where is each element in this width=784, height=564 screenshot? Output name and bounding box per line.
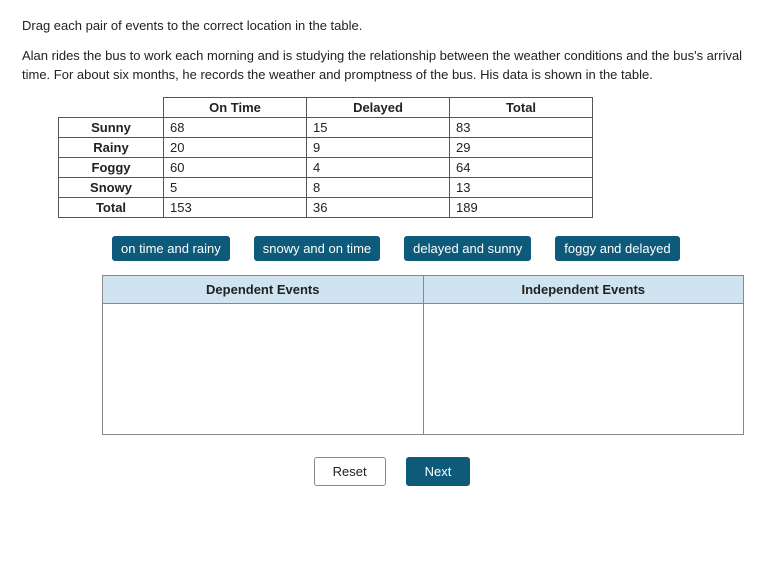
- col-header-delayed: Delayed: [307, 97, 450, 117]
- table-cell: 20: [164, 137, 307, 157]
- table-row: Rainy 20 9 29: [59, 137, 593, 157]
- action-row: Reset Next: [22, 457, 762, 486]
- chip-delayed-and-sunny[interactable]: delayed and sunny: [404, 236, 531, 261]
- data-table-wrap: On Time Delayed Total Sunny 68 15 83 Rai…: [58, 97, 762, 218]
- table-cell: 153: [164, 197, 307, 217]
- drop-table: Dependent Events Independent Events: [102, 275, 744, 435]
- table-cell: 13: [450, 177, 593, 197]
- drop-header-independent: Independent Events: [424, 276, 744, 304]
- table-cell: 189: [450, 197, 593, 217]
- table-cell: 64: [450, 157, 593, 177]
- row-label: Rainy: [59, 137, 164, 157]
- row-label: Total: [59, 197, 164, 217]
- drop-zone-independent[interactable]: [424, 304, 744, 434]
- table-cell: 68: [164, 117, 307, 137]
- table-row: Foggy 60 4 64: [59, 157, 593, 177]
- chip-row: on time and rainy snowy and on time dela…: [112, 236, 762, 261]
- table-cell: 5: [164, 177, 307, 197]
- drop-zone-dependent[interactable]: [103, 304, 424, 434]
- table-cell: 4: [307, 157, 450, 177]
- table-cell: 83: [450, 117, 593, 137]
- table-cell: 15: [307, 117, 450, 137]
- reset-button[interactable]: Reset: [314, 457, 386, 486]
- context-text: Alan rides the bus to work each morning …: [22, 47, 762, 85]
- table-row: Sunny 68 15 83: [59, 117, 593, 137]
- col-header-ontime: On Time: [164, 97, 307, 117]
- data-table: On Time Delayed Total Sunny 68 15 83 Rai…: [58, 97, 593, 218]
- chip-snowy-and-on-time[interactable]: snowy and on time: [254, 236, 380, 261]
- table-corner: [59, 97, 164, 117]
- table-row: Total 153 36 189: [59, 197, 593, 217]
- drop-header-row: Dependent Events Independent Events: [103, 276, 743, 304]
- chip-on-time-and-rainy[interactable]: on time and rainy: [112, 236, 230, 261]
- table-row: Snowy 5 8 13: [59, 177, 593, 197]
- instruction-text: Drag each pair of events to the correct …: [22, 18, 762, 33]
- next-button[interactable]: Next: [406, 457, 471, 486]
- row-label: Snowy: [59, 177, 164, 197]
- table-cell: 8: [307, 177, 450, 197]
- col-header-total: Total: [450, 97, 593, 117]
- row-label: Foggy: [59, 157, 164, 177]
- chip-foggy-and-delayed[interactable]: foggy and delayed: [555, 236, 679, 261]
- table-cell: 36: [307, 197, 450, 217]
- table-cell: 29: [450, 137, 593, 157]
- drop-header-dependent: Dependent Events: [103, 276, 424, 304]
- row-label: Sunny: [59, 117, 164, 137]
- drop-body: [103, 304, 743, 434]
- table-header-row: On Time Delayed Total: [59, 97, 593, 117]
- table-cell: 9: [307, 137, 450, 157]
- table-cell: 60: [164, 157, 307, 177]
